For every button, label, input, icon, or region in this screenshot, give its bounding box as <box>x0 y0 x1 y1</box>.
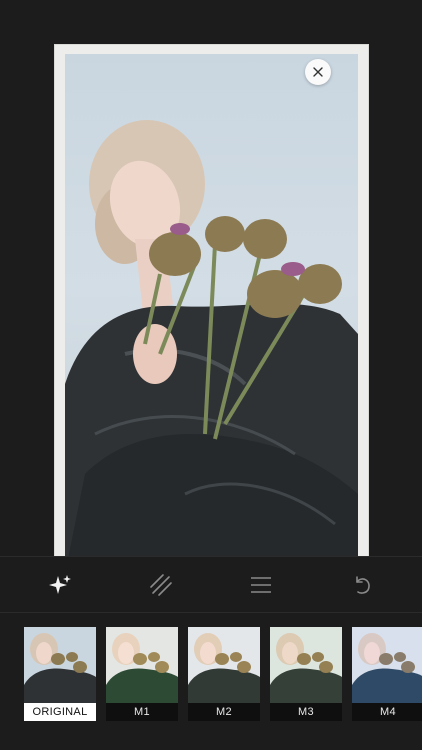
filter-thumbnail <box>106 627 178 703</box>
filter-m3[interactable]: M3 <box>270 627 342 721</box>
filter-label: M4 <box>352 703 422 721</box>
portrait-image <box>65 120 358 556</box>
photo-preview[interactable] <box>65 54 358 556</box>
undo-button[interactable] <box>342 565 382 605</box>
filter-label: M1 <box>106 703 178 721</box>
sparkle-icon <box>49 574 72 594</box>
filter-label: M3 <box>270 703 342 721</box>
texture-icon <box>149 573 172 596</box>
canvas-area <box>0 0 422 556</box>
texture-button[interactable] <box>141 565 181 605</box>
undo-icon <box>355 575 370 594</box>
filter-label: M2 <box>188 703 260 721</box>
filter-thumbnail <box>270 627 342 703</box>
filter-thumbnail <box>352 627 422 703</box>
filter-label: ORIGINAL <box>24 703 96 721</box>
adjust-button[interactable] <box>241 565 281 605</box>
auto-enhance-button[interactable] <box>40 565 80 605</box>
filter-thumbnail <box>24 627 96 703</box>
filter-thumbnail <box>188 627 260 703</box>
filter-m4[interactable]: M4 <box>352 627 422 721</box>
filter-strip: ORIGINAL M1 M2 M3 M4 <box>0 613 422 750</box>
close-icon <box>313 67 323 77</box>
close-button[interactable] <box>305 59 331 85</box>
filter-original[interactable]: ORIGINAL <box>24 627 96 721</box>
filter-m1[interactable]: M1 <box>106 627 178 721</box>
filter-m2[interactable]: M2 <box>188 627 260 721</box>
edit-toolbar <box>0 556 422 613</box>
adjust-icon <box>251 576 272 593</box>
photo-frame <box>54 44 369 556</box>
